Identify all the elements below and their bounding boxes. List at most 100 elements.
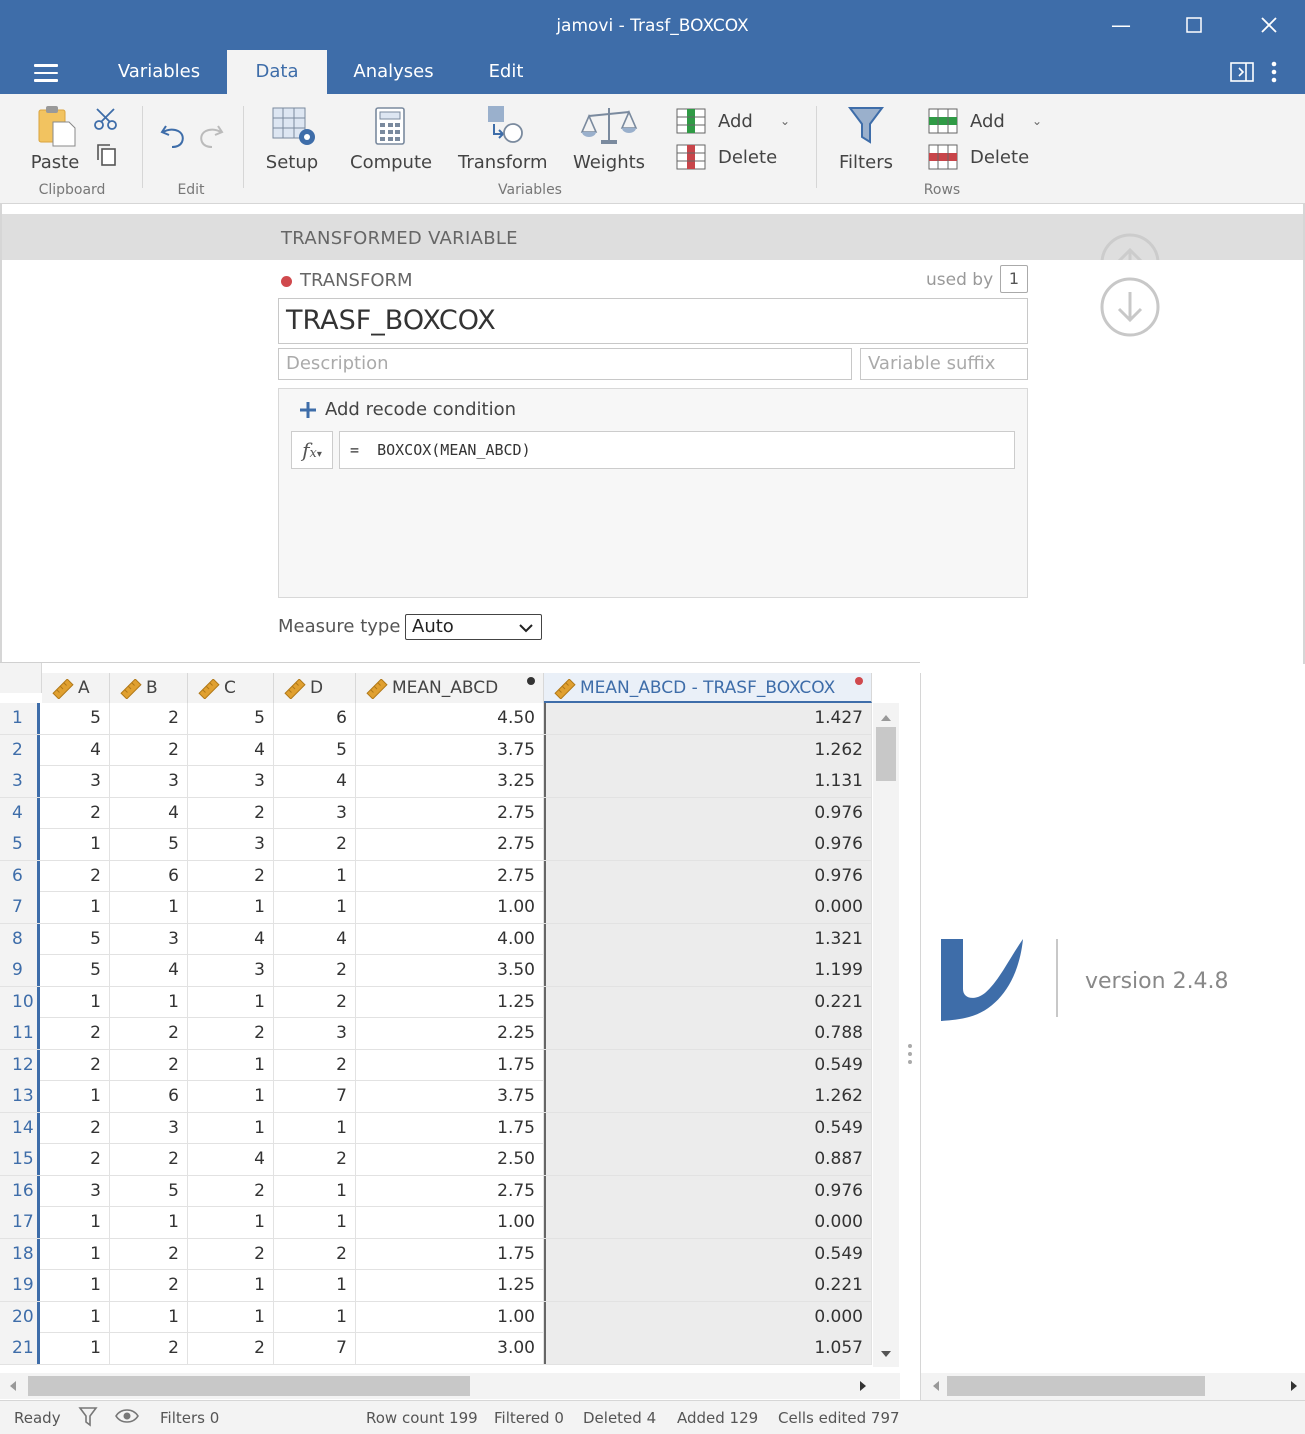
table-cell[interactable]: 2 — [42, 1144, 110, 1175]
row-number[interactable]: 8 — [0, 923, 40, 955]
table-cell[interactable]: 2 — [274, 986, 356, 1018]
table-cell[interactable]: 1.00 — [356, 1207, 544, 1238]
more-options-icon[interactable] — [1270, 60, 1278, 89]
undo-icon[interactable] — [160, 122, 188, 152]
table-cell[interactable]: 5 — [110, 1175, 188, 1207]
table-cell[interactable]: 1.262 — [544, 734, 872, 766]
scroll-right-icon[interactable] — [852, 1373, 872, 1399]
table-cell[interactable]: 3 — [188, 955, 274, 986]
table-cell[interactable]: 0.976 — [544, 860, 872, 892]
measure-type-select[interactable]: Auto — [405, 614, 542, 640]
visibility-icon[interactable] — [115, 1407, 139, 1429]
table-cell[interactable]: 3.75 — [356, 1081, 544, 1112]
table-cell[interactable]: 2 — [188, 1333, 274, 1364]
table-cell[interactable]: 1 — [42, 1238, 110, 1270]
add-recode-condition-button[interactable]: Add recode condition — [299, 399, 516, 420]
table-cell[interactable]: 0.000 — [544, 1301, 872, 1333]
table-cell[interactable]: 1 — [188, 1207, 274, 1238]
table-cell[interactable]: 0.549 — [544, 1238, 872, 1270]
table-cell[interactable]: 1.199 — [544, 955, 872, 986]
table-cell[interactable]: 5 — [188, 703, 274, 734]
table-cell[interactable]: 2 — [274, 1049, 356, 1081]
table-cell[interactable]: 6 — [110, 1081, 188, 1112]
setup-button[interactable]: Setup — [262, 104, 322, 173]
row-number[interactable]: 4 — [0, 797, 40, 829]
table-cell[interactable]: 4 — [274, 923, 356, 955]
add-row-dropdown-icon[interactable]: ⌄ — [1032, 114, 1042, 128]
scroll-up-icon[interactable] — [873, 709, 899, 729]
results-horizontal-scrollbar[interactable] — [921, 1373, 1305, 1400]
table-cell[interactable]: 2 — [42, 860, 110, 892]
horizontal-scrollbar[interactable] — [0, 1373, 900, 1399]
table-cell[interactable]: 2 — [110, 734, 188, 766]
row-number[interactable]: 14 — [0, 1112, 40, 1144]
table-cell[interactable]: 0.976 — [544, 1175, 872, 1207]
table-cell[interactable]: 4 — [188, 734, 274, 766]
table-cell[interactable]: 3.00 — [356, 1333, 544, 1364]
copy-icon[interactable] — [94, 142, 120, 172]
table-cell[interactable]: 3.50 — [356, 955, 544, 986]
row-number[interactable]: 6 — [0, 860, 40, 892]
results-scroll-thumb[interactable] — [947, 1376, 1205, 1396]
table-cell[interactable]: 0.788 — [544, 1018, 872, 1049]
table-cell[interactable]: 1 — [110, 1301, 188, 1333]
row-number[interactable]: 2 — [0, 734, 40, 766]
table-cell[interactable]: 3 — [274, 1018, 356, 1049]
row-number[interactable]: 5 — [0, 829, 40, 860]
table-cell[interactable]: 2 — [274, 1144, 356, 1175]
table-cell[interactable]: 3 — [188, 766, 274, 797]
column-header[interactable]: A — [42, 673, 110, 703]
scroll-down-icon[interactable] — [873, 1343, 899, 1363]
table-cell[interactable]: 2 — [42, 1112, 110, 1144]
scroll-left-icon[interactable] — [927, 1373, 947, 1399]
table-cell[interactable]: 2 — [188, 860, 274, 892]
table-cell[interactable]: 1 — [42, 1301, 110, 1333]
maximize-button[interactable] — [1179, 10, 1209, 40]
table-cell[interactable]: 5 — [42, 923, 110, 955]
table-cell[interactable]: 1 — [42, 892, 110, 923]
table-cell[interactable]: 1.262 — [544, 1081, 872, 1112]
table-cell[interactable]: 1.25 — [356, 1270, 544, 1301]
table-cell[interactable]: 3 — [42, 1175, 110, 1207]
table-cell[interactable]: 1 — [110, 892, 188, 923]
table-cell[interactable]: 1.00 — [356, 892, 544, 923]
row-number[interactable]: 10 — [0, 986, 40, 1018]
scroll-right-icon[interactable] — [1283, 1373, 1303, 1399]
table-cell[interactable]: 2 — [42, 1018, 110, 1049]
table-cell[interactable]: 0.549 — [544, 1049, 872, 1081]
table-cell[interactable]: 2.50 — [356, 1144, 544, 1175]
row-number[interactable]: 3 — [0, 766, 40, 797]
table-cell[interactable]: 4 — [110, 955, 188, 986]
table-cell[interactable]: 1 — [42, 1270, 110, 1301]
table-cell[interactable]: 2 — [110, 1018, 188, 1049]
table-cell[interactable]: 1 — [42, 1081, 110, 1112]
table-cell[interactable]: 4 — [274, 766, 356, 797]
transform-name-field[interactable]: TRASF_BOXCOX — [278, 298, 1028, 344]
scroll-left-icon[interactable] — [4, 1373, 24, 1399]
table-cell[interactable]: 6 — [110, 860, 188, 892]
table-cell[interactable]: 1.131 — [544, 766, 872, 797]
menu-icon[interactable] — [34, 64, 58, 82]
delete-variable-button[interactable]: Delete — [676, 144, 777, 170]
table-cell[interactable]: 1 — [110, 986, 188, 1018]
table-cell[interactable]: 2.75 — [356, 1175, 544, 1207]
redo-icon[interactable] — [196, 122, 224, 152]
table-cell[interactable]: 3 — [188, 829, 274, 860]
table-cell[interactable]: 2.75 — [356, 860, 544, 892]
column-header[interactable]: D — [274, 673, 356, 703]
table-cell[interactable]: 4.00 — [356, 923, 544, 955]
table-cell[interactable]: 1 — [42, 1333, 110, 1364]
column-header[interactable]: C — [188, 673, 274, 703]
tab-edit[interactable]: Edit — [476, 50, 536, 94]
tab-data[interactable]: Data — [227, 50, 327, 94]
table-cell[interactable]: 3 — [42, 766, 110, 797]
table-cell[interactable]: 0.976 — [544, 829, 872, 860]
table-cell[interactable]: 4 — [188, 1144, 274, 1175]
row-number[interactable]: 19 — [0, 1270, 40, 1301]
column-header[interactable]: MEAN_ABCD — [356, 673, 544, 703]
vertical-scrollbar[interactable] — [873, 703, 899, 1367]
table-cell[interactable]: 0.976 — [544, 797, 872, 829]
table-cell[interactable]: 2 — [188, 797, 274, 829]
paste-button[interactable]: Paste — [28, 104, 82, 173]
minimize-button[interactable]: — — [1106, 10, 1136, 40]
